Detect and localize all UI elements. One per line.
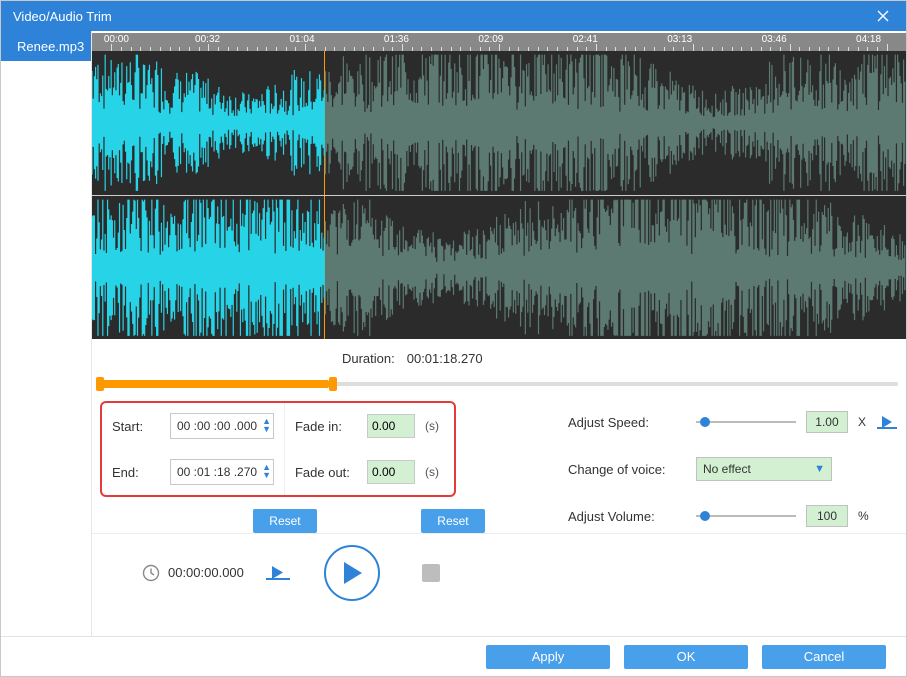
ruler-tick-label: 00:00 (104, 34, 129, 45)
ruler-tick-label: 02:41 (573, 34, 598, 45)
preview-speed-icon[interactable] (876, 413, 898, 431)
duration-label: Duration: (342, 351, 395, 366)
fadein-input[interactable] (367, 414, 415, 438)
adjust-speed-label: Adjust Speed: (568, 415, 686, 430)
file-sidebar: Renee.mp3 (1, 31, 92, 636)
ruler-tick-label: 03:13 (667, 34, 692, 45)
titlebar: Video/Audio Trim (1, 1, 906, 31)
fadeout-input[interactable] (367, 460, 415, 484)
volume-slider[interactable] (696, 509, 796, 523)
window: Video/Audio Trim Renee.mp3 00:00 00:32 0… (0, 0, 907, 677)
percent-unit: % (858, 509, 869, 523)
volume-value-input[interactable]: 100 (806, 505, 848, 527)
ruler-tick-label: 01:04 (289, 34, 314, 45)
voice-effect-value: No effect (703, 462, 751, 476)
duration-row: Duration: 00:01:18.270 (92, 339, 906, 377)
range-selection (100, 380, 329, 388)
play-button[interactable] (324, 545, 380, 601)
clock-icon (142, 564, 160, 582)
apply-button[interactable]: Apply (486, 645, 610, 669)
adjust-volume-row: Adjust Volume: 100 % (568, 505, 898, 527)
chevron-down-icon: ▼ (814, 463, 825, 475)
trim-range-bar[interactable] (92, 377, 906, 391)
spinner-icon[interactable]: ▲▼ (262, 418, 271, 434)
adjust-volume-label: Adjust Volume: (568, 509, 686, 524)
cancel-button[interactable]: Cancel (762, 645, 886, 669)
seconds-unit: (s) (425, 465, 439, 479)
mark-in-icon[interactable] (264, 562, 292, 584)
adjust-speed-row: Adjust Speed: 1.00 X (568, 411, 898, 433)
transport-bar: 00:00:00.000 (92, 533, 906, 611)
seconds-unit: (s) (425, 419, 439, 433)
window-title: Video/Audio Trim (13, 9, 112, 24)
voice-effect-select[interactable]: No effect ▼ (696, 457, 832, 481)
start-label: Start: (112, 419, 160, 434)
end-time-value: 00 :01 :18 .270 (177, 465, 257, 479)
close-icon[interactable] (868, 1, 898, 31)
ruler-tick-label: 01:36 (384, 34, 409, 45)
fadein-label: Fade in: (295, 419, 357, 434)
range-handle-start[interactable] (96, 377, 104, 391)
dialog-footer: Apply OK Cancel (1, 636, 906, 676)
ruler-tick-label: 04:18 (856, 34, 881, 45)
speed-value-input[interactable]: 1.00 (806, 411, 848, 433)
editor-main: 00:00 00:32 01:04 01:36 02:09 02:41 03:1… (92, 31, 906, 636)
timeline-ruler[interactable]: 00:00 00:32 01:04 01:36 02:09 02:41 03:1… (92, 33, 906, 51)
start-time-input[interactable]: 00 :00 :00 .000 ▲▼ (170, 413, 274, 439)
speed-slider[interactable] (696, 415, 796, 429)
trim-settings-group: Start: 00 :00 :00 .000 ▲▼ Fade in: (s) (100, 401, 456, 497)
waveform-area[interactable] (92, 51, 906, 339)
reset-time-button[interactable]: Reset (253, 509, 317, 533)
speed-x-label: X (858, 415, 866, 429)
fadeout-label: Fade out: (295, 465, 357, 480)
file-item-label: Renee.mp3 (17, 39, 84, 54)
reset-fade-button[interactable]: Reset (421, 509, 485, 533)
change-voice-label: Change of voice: (568, 462, 686, 477)
ok-button[interactable]: OK (624, 645, 748, 669)
stop-button[interactable] (422, 564, 440, 582)
end-label: End: (112, 465, 160, 480)
file-item[interactable]: Renee.mp3 (1, 31, 91, 61)
change-voice-row: Change of voice: No effect ▼ (568, 457, 898, 481)
waveform-channel-left (92, 51, 906, 195)
duration-value: 00:01:18.270 (407, 351, 483, 366)
end-time-input[interactable]: 00 :01 :18 .270 ▲▼ (170, 459, 274, 485)
start-time-value: 00 :00 :00 .000 (177, 419, 257, 433)
range-handle-end[interactable] (329, 377, 337, 391)
transport-timecode: 00:00:00.000 (168, 565, 244, 580)
spinner-icon[interactable]: ▲▼ (262, 464, 271, 480)
ruler-tick-label: 03:46 (762, 34, 787, 45)
waveform-channel-right (92, 195, 906, 340)
